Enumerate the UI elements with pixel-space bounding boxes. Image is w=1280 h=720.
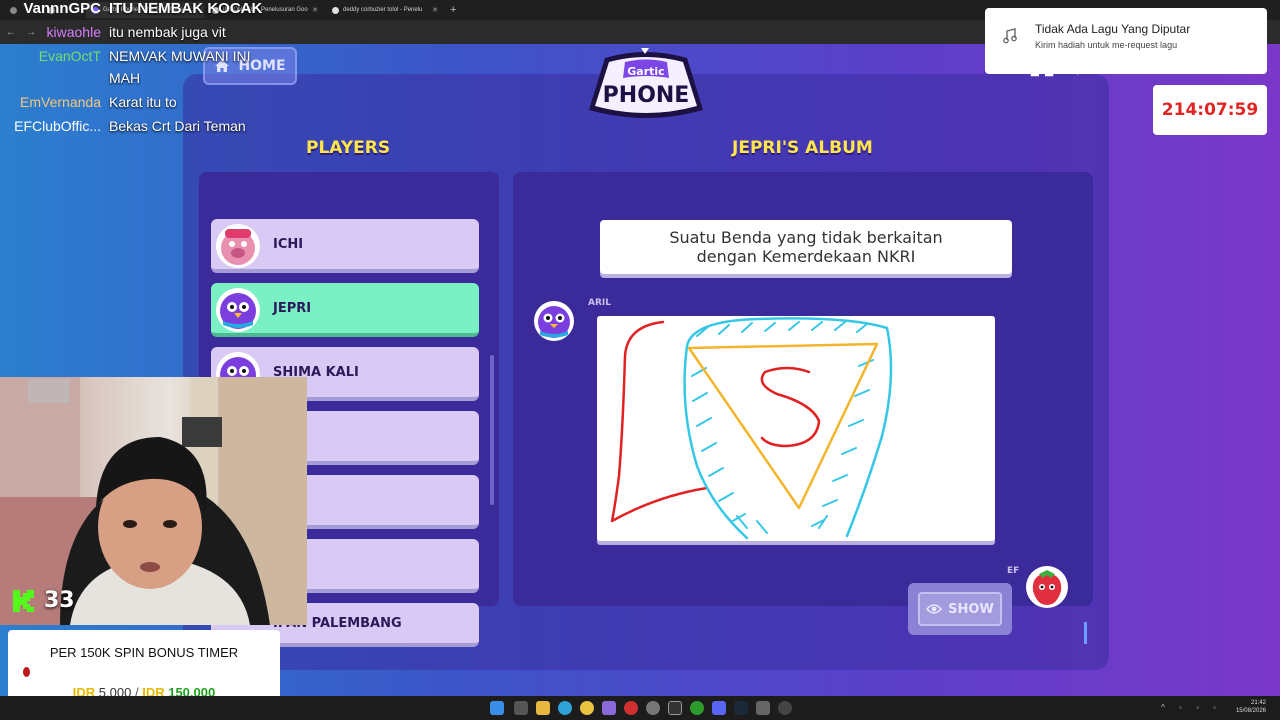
kick-logo-icon bbox=[13, 589, 34, 612]
logo-text-top: Gartic bbox=[627, 65, 664, 78]
clock-time: 21:42 bbox=[1250, 700, 1266, 706]
clock-date: 15/08/2026 bbox=[1235, 708, 1266, 714]
chat-text: itu nembak juga vit bbox=[109, 24, 226, 40]
favicon-icon bbox=[332, 6, 339, 14]
bird-avatar-icon bbox=[216, 288, 260, 332]
album-title: JEPRI'S ALBUM bbox=[732, 138, 873, 158]
player-item-active[interactable]: JEPRI bbox=[211, 283, 479, 337]
players-scrollbar[interactable] bbox=[490, 355, 494, 505]
capcut-icon[interactable] bbox=[668, 701, 682, 715]
media-player-icon[interactable] bbox=[778, 701, 792, 715]
chat-username: EvanOctT bbox=[38, 48, 101, 64]
chat-text: Karat itu to bbox=[109, 94, 177, 110]
chat-text: Bekas Crt Dari Teman bbox=[109, 118, 246, 134]
player-name: ICHI bbox=[273, 236, 304, 252]
system-tray[interactable]: ^ ◦ ◦ ◦ bbox=[1161, 703, 1222, 712]
bird-avatar-icon bbox=[534, 301, 574, 341]
task-view-icon[interactable] bbox=[514, 701, 528, 715]
steam-icon[interactable] bbox=[734, 701, 748, 715]
calculator-icon[interactable] bbox=[756, 701, 770, 715]
browser-tab-search[interactable]: deddy corbuzier tolol - Penelu ✕ bbox=[326, 2, 444, 18]
drawing-author: ARIL bbox=[588, 298, 611, 308]
players-title: PLAYERS bbox=[306, 138, 391, 158]
chat-text: ITU NEMBAK KOCAK bbox=[109, 0, 263, 17]
music-request-widget: Tidak Ada Lagu Yang Diputar Kirim hadiah… bbox=[985, 8, 1267, 74]
discord-icon[interactable] bbox=[712, 701, 726, 715]
viewer-label: EF bbox=[1007, 566, 1020, 576]
tab-close-icon[interactable]: ✕ bbox=[432, 6, 438, 14]
music-note-icon bbox=[1003, 28, 1017, 44]
app-icon[interactable] bbox=[602, 701, 616, 715]
chat-username: VannnGPC bbox=[23, 0, 101, 17]
windows-taskbar: ^ ◦ ◦ ◦ 21:42 15/08/2026 bbox=[0, 696, 1280, 720]
subathon-timer: 214:07:59 bbox=[1153, 85, 1267, 135]
opera-icon[interactable] bbox=[624, 701, 638, 715]
file-explorer-icon[interactable] bbox=[536, 701, 550, 715]
viewer-count: 33 bbox=[44, 588, 75, 613]
kick-viewer-badge: 33 bbox=[12, 588, 75, 613]
music-title: Tidak Ada Lagu Yang Diputar bbox=[1035, 22, 1191, 36]
show-button-inner[interactable]: SHOW bbox=[918, 592, 1002, 626]
xbox-icon[interactable] bbox=[690, 701, 704, 715]
start-icon[interactable] bbox=[490, 701, 504, 715]
new-tab-button[interactable]: + bbox=[450, 4, 456, 16]
logo-text-main: PHONE bbox=[603, 83, 690, 108]
show-label: SHOW bbox=[948, 601, 994, 617]
tab-label: deddy corbuzier tolol - Penelu bbox=[343, 7, 423, 13]
strawberry-avatar-icon bbox=[1026, 566, 1068, 608]
chat-text: NEMVAK MUWANI INI MAH bbox=[109, 48, 251, 86]
music-subtitle: Kirim hadiah untuk me-request lagu bbox=[1035, 40, 1178, 50]
pig-avatar-icon bbox=[216, 224, 260, 268]
chat-username: EFClubOffic... bbox=[14, 118, 101, 134]
obs-icon[interactable] bbox=[646, 701, 660, 715]
prompt-card: Suatu Benda yang tidak berkaitan dengan … bbox=[600, 220, 1012, 274]
donation-progress-bar bbox=[23, 667, 30, 677]
tab-close-icon[interactable]: ✕ bbox=[312, 6, 318, 14]
gartic-phone-logo: Gartic PHONE bbox=[589, 48, 703, 118]
show-button[interactable]: SHOW bbox=[908, 583, 1012, 635]
player-drawing: S bbox=[597, 316, 995, 541]
edge-icon[interactable] bbox=[558, 701, 572, 715]
album-scrollbar[interactable] bbox=[1084, 622, 1087, 644]
player-item[interactable]: ICHI bbox=[211, 219, 479, 273]
donation-title: PER 150K SPIN BONUS TIMER bbox=[49, 645, 239, 660]
taskbar-clock[interactable]: 21:42 15/08/2026 bbox=[1236, 699, 1266, 715]
player-name: JEPRI bbox=[273, 300, 312, 316]
eye-icon bbox=[926, 604, 943, 614]
chat-username: kiwaohle bbox=[46, 24, 101, 40]
chrome-icon[interactable] bbox=[580, 701, 594, 715]
chat-username: EmVernanda bbox=[20, 94, 101, 110]
